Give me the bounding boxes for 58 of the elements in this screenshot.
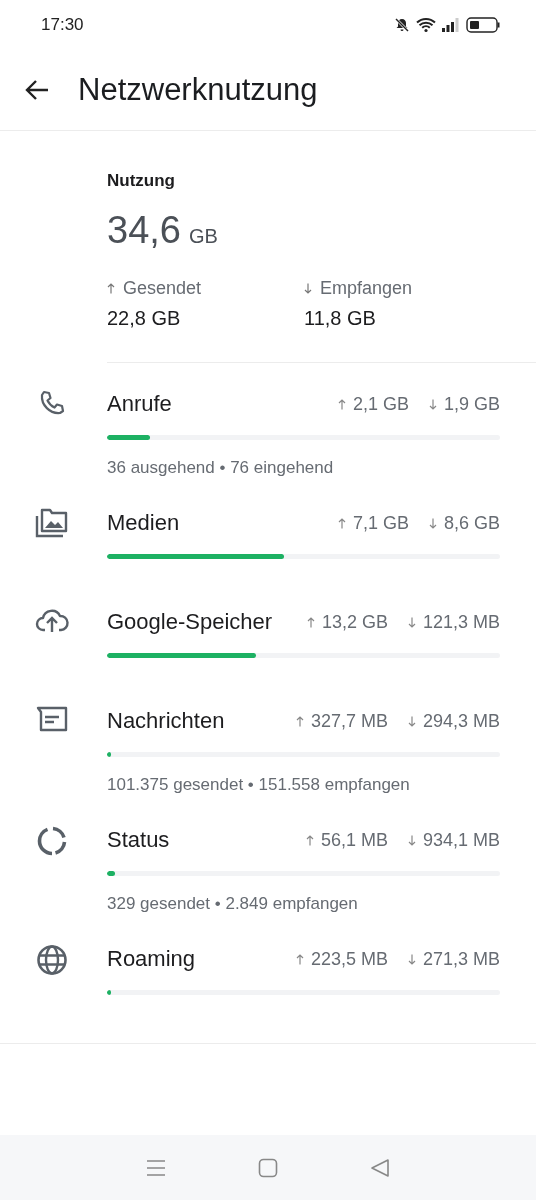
signal-icon: [442, 18, 460, 32]
sent-amount: 7,1 GB: [352, 512, 409, 534]
category-name: Nachrichten: [107, 708, 226, 734]
bell-muted-icon: [394, 17, 410, 33]
status-ring-icon: [36, 825, 68, 857]
sent-amount: 56,1 MB: [320, 829, 388, 851]
down-arrow-icon: [407, 616, 416, 628]
message-icon: [36, 706, 68, 732]
status-time: 17:30: [41, 15, 84, 35]
phone-icon: [38, 389, 66, 417]
sent-amount: 223,5 MB: [310, 948, 388, 970]
down-arrow-icon: [407, 953, 416, 965]
battery-icon: [466, 17, 500, 33]
up-arrow-icon: [337, 398, 346, 410]
globe-icon: [36, 944, 68, 976]
category-name: Roaming: [107, 946, 197, 972]
category-name: Status: [107, 827, 171, 853]
cloud-upload-icon: [35, 607, 69, 633]
received-amount: 294,3 MB: [422, 710, 500, 732]
received-amount: 8,6 GB: [443, 512, 500, 534]
category-name: Medien: [107, 510, 181, 536]
category-detail: 329 gesendet • 2.849 empfangen: [107, 894, 359, 914]
back-icon[interactable]: [370, 1157, 390, 1178]
home-icon[interactable]: [258, 1157, 278, 1178]
down-arrow-icon: [407, 715, 416, 727]
sent-value: 22,8 GB: [107, 307, 182, 330]
usage-label: Nutzung: [107, 171, 176, 192]
up-arrow-icon: [295, 715, 304, 727]
sent-label: Gesendet: [123, 278, 202, 299]
category-name: Google-Speicher: [107, 609, 274, 635]
sent-amount: 327,7 MB: [310, 710, 388, 732]
menu-icon[interactable]: [146, 1158, 166, 1177]
up-arrow-icon: [107, 283, 115, 294]
down-arrow-icon: [304, 283, 312, 294]
received-amount: 934,1 MB: [422, 829, 500, 851]
received-value: 11,8 GB: [304, 307, 377, 330]
down-arrow-icon: [428, 398, 437, 410]
up-arrow-icon: [295, 953, 304, 965]
sent-amount: 13,2 GB: [321, 611, 388, 633]
sent-amount: 2,1 GB: [352, 393, 409, 415]
down-arrow-icon: [407, 834, 416, 846]
category-detail: 36 ausgehend • 76 eingehend: [107, 458, 335, 478]
usage-total: 34,6: [107, 209, 181, 252]
photo-stack-icon: [35, 508, 69, 538]
received-amount: 271,3 MB: [422, 948, 500, 970]
category-detail: 101.375 gesendet • 151.558 empfangen: [107, 775, 411, 795]
page-title: Netzwerknutzung: [78, 72, 318, 108]
received-amount: 121,3 MB: [422, 611, 500, 633]
usage-unit: GB: [188, 225, 218, 248]
back-arrow-icon[interactable]: [24, 79, 50, 101]
received-label: Empfangen: [320, 278, 413, 299]
wifi-icon: [416, 17, 436, 33]
down-arrow-icon: [428, 517, 437, 529]
category-name: Anrufe: [107, 391, 173, 417]
up-arrow-icon: [337, 517, 346, 529]
received-amount: 1,9 GB: [443, 393, 500, 415]
up-arrow-icon: [306, 616, 315, 628]
up-arrow-icon: [305, 834, 314, 846]
